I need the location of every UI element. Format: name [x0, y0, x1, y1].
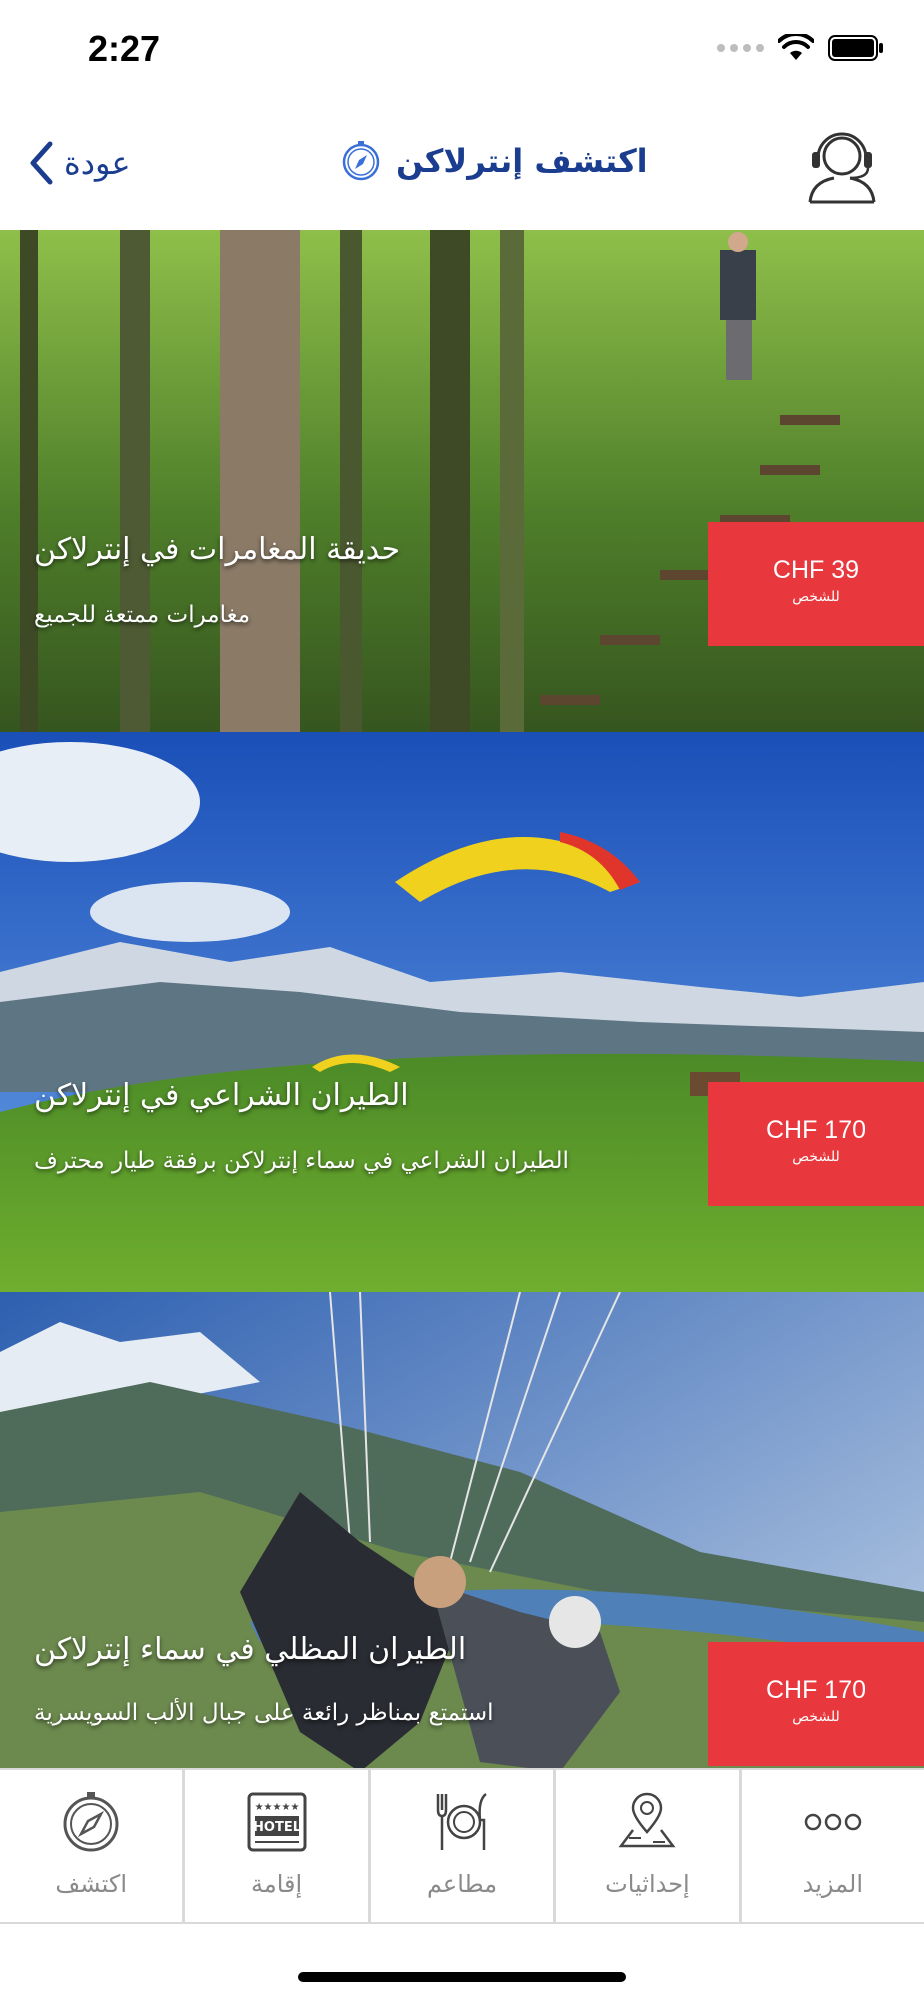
price-unit: للشخص: [792, 1149, 840, 1165]
price-badge: CHF 170 للشخص: [708, 1642, 924, 1766]
tab-label: المزيد: [802, 1870, 864, 1898]
tab-label: مطاعم: [426, 1870, 498, 1898]
activity-subtitle: مغامرات ممتعة للجميع: [34, 602, 251, 628]
more-icon: [804, 1813, 862, 1831]
back-button[interactable]: عودة: [28, 140, 131, 186]
price-value: CHF 39: [772, 556, 860, 584]
restaurant-icon: [436, 1793, 487, 1850]
tab-coordinates[interactable]: إحداثيات: [556, 1770, 742, 1922]
tab-restaurants[interactable]: مطاعم: [371, 1770, 557, 1922]
navigation-bar: عودة اكتشف إنترلاكن: [0, 100, 924, 230]
page-title-group: اكتشف إنترلاكن: [340, 140, 648, 182]
activity-title: الطيران المظلي في سماء إنترلاكن: [34, 1632, 467, 1667]
activity-card[interactable]: الطيران المظلي في سماء إنترلاكن استمتع ب…: [0, 1292, 924, 1768]
tab-label: إحداثيات: [605, 1870, 690, 1898]
home-indicator[interactable]: [298, 1972, 626, 1982]
price-badge: CHF 39 للشخص: [708, 522, 924, 646]
tab-discover[interactable]: اكتشف: [0, 1770, 186, 1922]
activity-image: [0, 230, 924, 790]
customer-support-button[interactable]: [804, 124, 880, 204]
map-pin-icon: [618, 1792, 676, 1848]
status-time: 2:27: [88, 28, 161, 69]
price-badge: CHF 170 للشخص: [708, 1082, 924, 1206]
activity-image: [0, 732, 924, 1292]
price-value: CHF 170: [765, 1676, 867, 1704]
chevron-left-icon: [30, 141, 53, 185]
wifi-icon: [778, 34, 814, 60]
hotel-icon: ★★★★★ HOTEL: [247, 1792, 307, 1852]
tab-more[interactable]: المزيد: [742, 1770, 924, 1922]
tab-label: اكتشف: [55, 1870, 127, 1898]
tab-label: إقامة: [251, 1870, 303, 1898]
battery-icon: [828, 35, 883, 61]
tab-accommodation[interactable]: ★★★★★ HOTEL إقامة: [185, 1770, 371, 1922]
hotel-icon-text: HOTEL: [253, 1820, 301, 1835]
status-bar: 2:27: [0, 0, 924, 100]
svg-text:★★★★★: ★★★★★: [254, 1802, 299, 1813]
page-title: اكتشف إنترلاكن: [396, 142, 648, 180]
back-label: عودة: [64, 144, 131, 182]
status-icons: [717, 34, 884, 62]
compass-icon: [63, 1792, 119, 1852]
activity-title: حديقة المغامرات في إنترلاكن: [34, 532, 401, 567]
price-unit: للشخص: [792, 1709, 840, 1725]
headset-support-icon: [808, 132, 876, 204]
activity-card[interactable]: حديقة المغامرات في إنترلاكن مغامرات ممتع…: [0, 230, 924, 790]
cellular-signal-icon: [717, 44, 764, 52]
activity-title: الطيران الشراعي في إنترلاكن: [34, 1078, 409, 1113]
activity-card[interactable]: الطيران الشراعي في إنترلاكن الطيران الشر…: [0, 732, 924, 1292]
tab-bar: اكتشف ★★★★★ HOTEL إقامة مطاعم إحداثيات ا…: [0, 1768, 924, 1924]
activity-list: حديقة المغامرات في إنترلاكن مغامرات ممتع…: [0, 230, 924, 1768]
compass-icon: [342, 141, 380, 181]
price-value: CHF 170: [765, 1116, 867, 1144]
activity-subtitle: استمتع بمناظر رائعة على جبال الألب السوي…: [34, 1700, 494, 1726]
price-unit: للشخص: [792, 589, 840, 605]
activity-subtitle: الطيران الشراعي في سماء إنترلاكن برفقة ط…: [34, 1148, 569, 1174]
